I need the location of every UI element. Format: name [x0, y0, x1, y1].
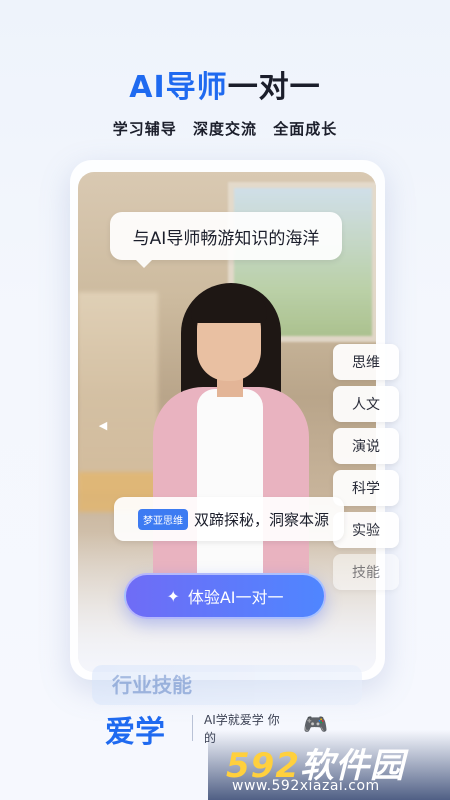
try-ai-label: 体验AI一对一	[187, 588, 284, 607]
headline-part-1: AI导师	[129, 70, 228, 105]
tag-humanities[interactable]: 人文	[333, 386, 399, 422]
tag-speech[interactable]: 演说	[333, 428, 399, 464]
sound-icon[interactable]: ◀	[96, 418, 110, 432]
sparkle-icon: ✦	[166, 586, 180, 606]
tag-science[interactable]: 科学	[333, 470, 399, 506]
quote-bar: 梦亚思维 双蹄探秘，洞察本源	[114, 497, 344, 541]
feature-item: 深度交流	[192, 120, 257, 138]
feature-subline: 学习辅导 深度交流 全面成长	[0, 118, 450, 139]
ghost-banner: 行业技能	[92, 665, 362, 705]
headline-part-2: 一对一	[227, 70, 321, 105]
try-ai-button[interactable]: ✦ 体验AI一对一	[124, 573, 326, 619]
feature-item: 全面成长	[273, 120, 338, 138]
tag-thinking[interactable]: 思维	[333, 344, 399, 380]
app-logo: 爱学	[105, 715, 165, 750]
footer-divider	[192, 715, 193, 741]
page-headline: AI导师一对一	[0, 62, 450, 106]
quote-badge: 梦亚思维	[138, 508, 188, 530]
tag-skills[interactable]: 技能	[333, 554, 399, 590]
feature-item: 学习辅导	[112, 120, 177, 138]
quote-text: 双蹄探秘，洞察本源	[194, 510, 330, 529]
subject-tag-list: 思维 人文 演说 科学 实验 技能	[333, 344, 399, 596]
tutor-avatar	[145, 275, 315, 595]
watermark-url: www.592xiazai.com	[232, 778, 380, 794]
speech-bubble: 与AI导师畅游知识的海洋	[110, 212, 342, 268]
